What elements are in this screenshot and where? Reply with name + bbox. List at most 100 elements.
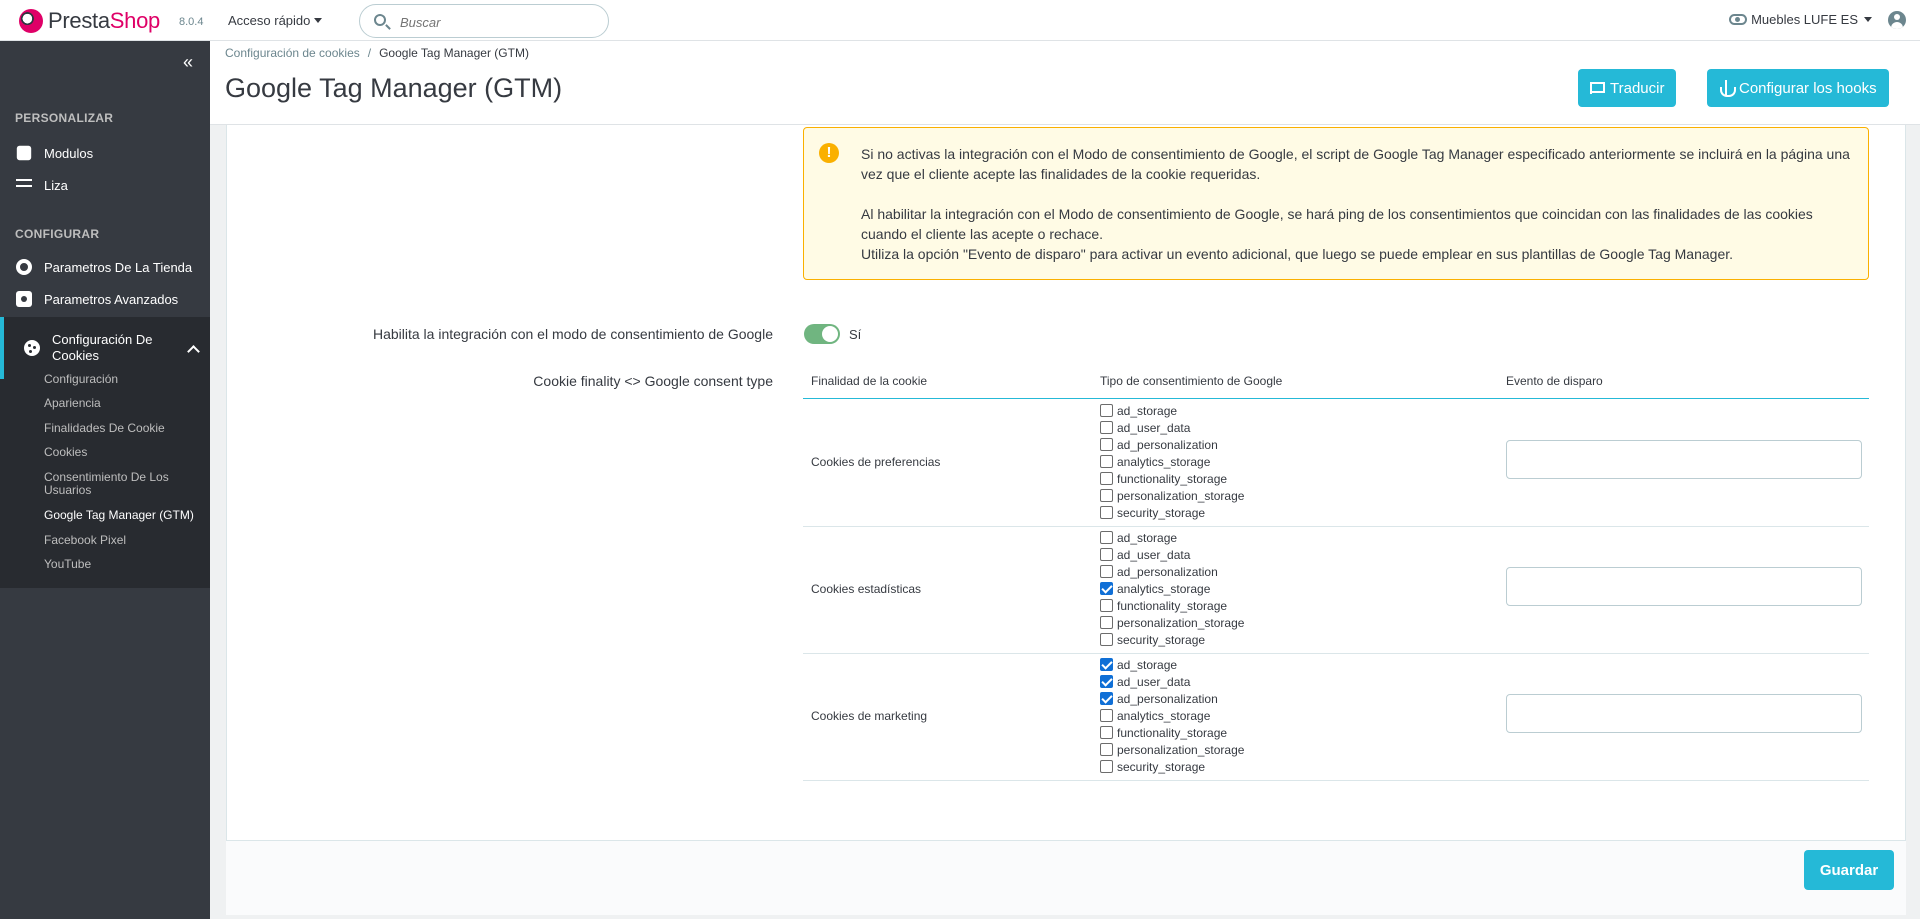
- consent-option[interactable]: ad_storage: [1100, 529, 1244, 546]
- sidebar-item-label: Modulos: [44, 145, 94, 161]
- consent-option-label: ad_user_data: [1117, 420, 1191, 435]
- submenu-item-cookies[interactable]: Cookies: [44, 446, 87, 459]
- consent-type-list: ad_storage ad_user_data ad_personalization…: [1100, 529, 1244, 648]
- consent-option-label: ad_user_data: [1117, 547, 1191, 562]
- user-icon[interactable]: [1888, 11, 1906, 29]
- page-title: Google Tag Manager (GTM): [225, 73, 563, 103]
- consent-option[interactable]: ad_user_data: [1100, 419, 1244, 436]
- sidebar-item-modulos[interactable]: Modulos: [0, 142, 210, 164]
- consent-checkbox[interactable]: [1100, 743, 1113, 756]
- consent-option[interactable]: personalization_storage: [1100, 741, 1244, 758]
- caret-down-icon: [314, 18, 323, 23]
- consent-checkbox[interactable]: [1100, 616, 1113, 629]
- column-header-event: Evento de disparo: [1506, 374, 1603, 388]
- consent-option[interactable]: ad_storage: [1100, 402, 1244, 419]
- consent-checkbox[interactable]: [1100, 421, 1113, 434]
- trigger-event-input[interactable]: [1506, 567, 1862, 606]
- consent-checkbox[interactable]: [1100, 489, 1113, 502]
- consent-checkbox[interactable]: [1100, 692, 1113, 705]
- consent-option[interactable]: ad_user_data: [1100, 673, 1244, 690]
- quick-access-dropdown[interactable]: Acceso rápido: [228, 13, 323, 28]
- consent-option[interactable]: analytics_storage: [1100, 707, 1244, 724]
- consent-option[interactable]: security_storage: [1100, 758, 1244, 775]
- consent-checkbox[interactable]: [1100, 438, 1113, 451]
- view-shop-link[interactable]: Muebles LUFE ES: [1729, 12, 1872, 27]
- sidebar-item-liza[interactable]: Liza: [0, 174, 210, 196]
- consent-checkbox[interactable]: [1100, 658, 1113, 671]
- breadcrumb: Configuración de cookies / Google Tag Mana…: [225, 46, 529, 60]
- submenu-item-youtube[interactable]: YouTube: [44, 558, 91, 571]
- cookie-finality-label: Cookies estadísticas: [811, 582, 922, 596]
- consent-type-list: ad_storage ad_user_data ad_personalization…: [1100, 402, 1244, 521]
- consent-option[interactable]: security_storage: [1100, 504, 1244, 521]
- consent-option-label: functionality_storage: [1117, 598, 1228, 613]
- configure-hooks-button[interactable]: Configurar los hooks: [1707, 69, 1889, 107]
- sidebar-section-configurar: CONFIGURAR: [15, 227, 100, 241]
- consent-option-label: analytics_storage: [1117, 581, 1211, 596]
- consent-option[interactable]: security_storage: [1100, 631, 1244, 648]
- top-header: PrestaShop 8.0.4 Acceso rápido Muebles L…: [0, 0, 1920, 41]
- consent-option[interactable]: personalization_storage: [1100, 614, 1244, 631]
- submenu-item-facebook-pixel[interactable]: Facebook Pixel: [44, 534, 126, 547]
- consent-option[interactable]: ad_personalization: [1100, 436, 1244, 453]
- submenu-item-consentimiento[interactable]: Consentimiento De Los Usuarios: [44, 471, 194, 497]
- save-button[interactable]: Guardar: [1804, 850, 1894, 890]
- search-input[interactable]: [400, 12, 590, 32]
- consent-option[interactable]: personalization_storage: [1100, 487, 1244, 504]
- consent-checkbox[interactable]: [1100, 760, 1113, 773]
- consent-checkbox[interactable]: [1100, 531, 1113, 544]
- consent-option[interactable]: ad_personalization: [1100, 690, 1244, 707]
- consent-option-label: security_storage: [1117, 632, 1206, 647]
- consent-option[interactable]: ad_storage: [1100, 656, 1244, 673]
- sidebar-item-configuracion-cookies[interactable]: Configuración De Cookies: [0, 317, 210, 379]
- consent-checkbox[interactable]: [1100, 726, 1113, 739]
- consent-checkbox[interactable]: [1100, 599, 1113, 612]
- trigger-event-input[interactable]: [1506, 440, 1862, 479]
- cookie-icon: [24, 340, 40, 356]
- column-header-finality: Finalidad de la cookie: [811, 374, 928, 388]
- consent-checkbox[interactable]: [1100, 709, 1113, 722]
- consent-checkbox[interactable]: [1100, 582, 1113, 595]
- prestashop-logo[interactable]: PrestaShop: [19, 8, 160, 34]
- consent-checkbox[interactable]: [1100, 455, 1113, 468]
- consent-option[interactable]: functionality_storage: [1100, 470, 1244, 487]
- table-row: Cookies de marketing ad_storage ad_user_da…: [803, 654, 1869, 781]
- breadcrumb-link[interactable]: Configuración de cookies: [225, 46, 360, 60]
- consent-checkbox[interactable]: [1100, 472, 1113, 485]
- submenu-item-finalidades[interactable]: Finalidades De Cookie: [44, 422, 165, 435]
- search-box[interactable]: [359, 4, 609, 38]
- cookie-finality-label: Cookies de marketing: [811, 709, 928, 723]
- translate-button[interactable]: Traducir: [1578, 69, 1677, 107]
- alert-paragraph: Si no activas la integración con el Modo…: [861, 146, 1850, 182]
- consent-option[interactable]: analytics_storage: [1100, 453, 1244, 470]
- sidebar-item-parametros-tienda[interactable]: Parametros De La Tienda: [0, 256, 210, 278]
- consent-checkbox[interactable]: [1100, 404, 1113, 417]
- consent-checkbox[interactable]: [1100, 565, 1113, 578]
- consent-checkbox[interactable]: [1100, 548, 1113, 561]
- consent-checkbox[interactable]: [1100, 506, 1113, 519]
- submenu-item-gtm[interactable]: Google Tag Manager (GTM): [44, 509, 194, 522]
- sidebar-item-parametros-avanzados[interactable]: Parametros Avanzados: [0, 288, 210, 310]
- submenu-item-configuracion[interactable]: Configuración: [44, 373, 118, 386]
- consent-option[interactable]: analytics_storage: [1100, 580, 1244, 597]
- consent-checkbox[interactable]: [1100, 675, 1113, 688]
- alert-text: Si no activas la integración con el Modo…: [861, 144, 1851, 264]
- consent-option[interactable]: ad_user_data: [1100, 546, 1244, 563]
- sidebar-section-personalizar: PERSONALIZAR: [15, 111, 114, 125]
- consent-option[interactable]: functionality_storage: [1100, 597, 1244, 614]
- consent-checkbox[interactable]: [1100, 633, 1113, 646]
- configure-hooks-label: Configurar los hooks: [1739, 79, 1877, 97]
- breadcrumb-separator: /: [367, 46, 372, 60]
- trigger-event-input[interactable]: [1506, 694, 1862, 733]
- consent-option[interactable]: ad_personalization: [1100, 563, 1244, 580]
- page-header: Configuración de cookies / Google Tag Mana…: [210, 41, 1920, 125]
- consent-option-label: personalization_storage: [1117, 742, 1245, 757]
- search-icon[interactable]: [374, 14, 386, 26]
- consent-option[interactable]: functionality_storage: [1100, 724, 1244, 741]
- collapse-sidebar-icon[interactable]: «: [183, 52, 193, 73]
- consent-option-label: ad_storage: [1117, 657, 1178, 672]
- translate-button-label: Traducir: [1610, 79, 1665, 97]
- consent-option-label: personalization_storage: [1117, 615, 1245, 630]
- consent-mode-switch[interactable]: [804, 324, 840, 344]
- submenu-item-apariencia[interactable]: Apariencia: [44, 397, 101, 410]
